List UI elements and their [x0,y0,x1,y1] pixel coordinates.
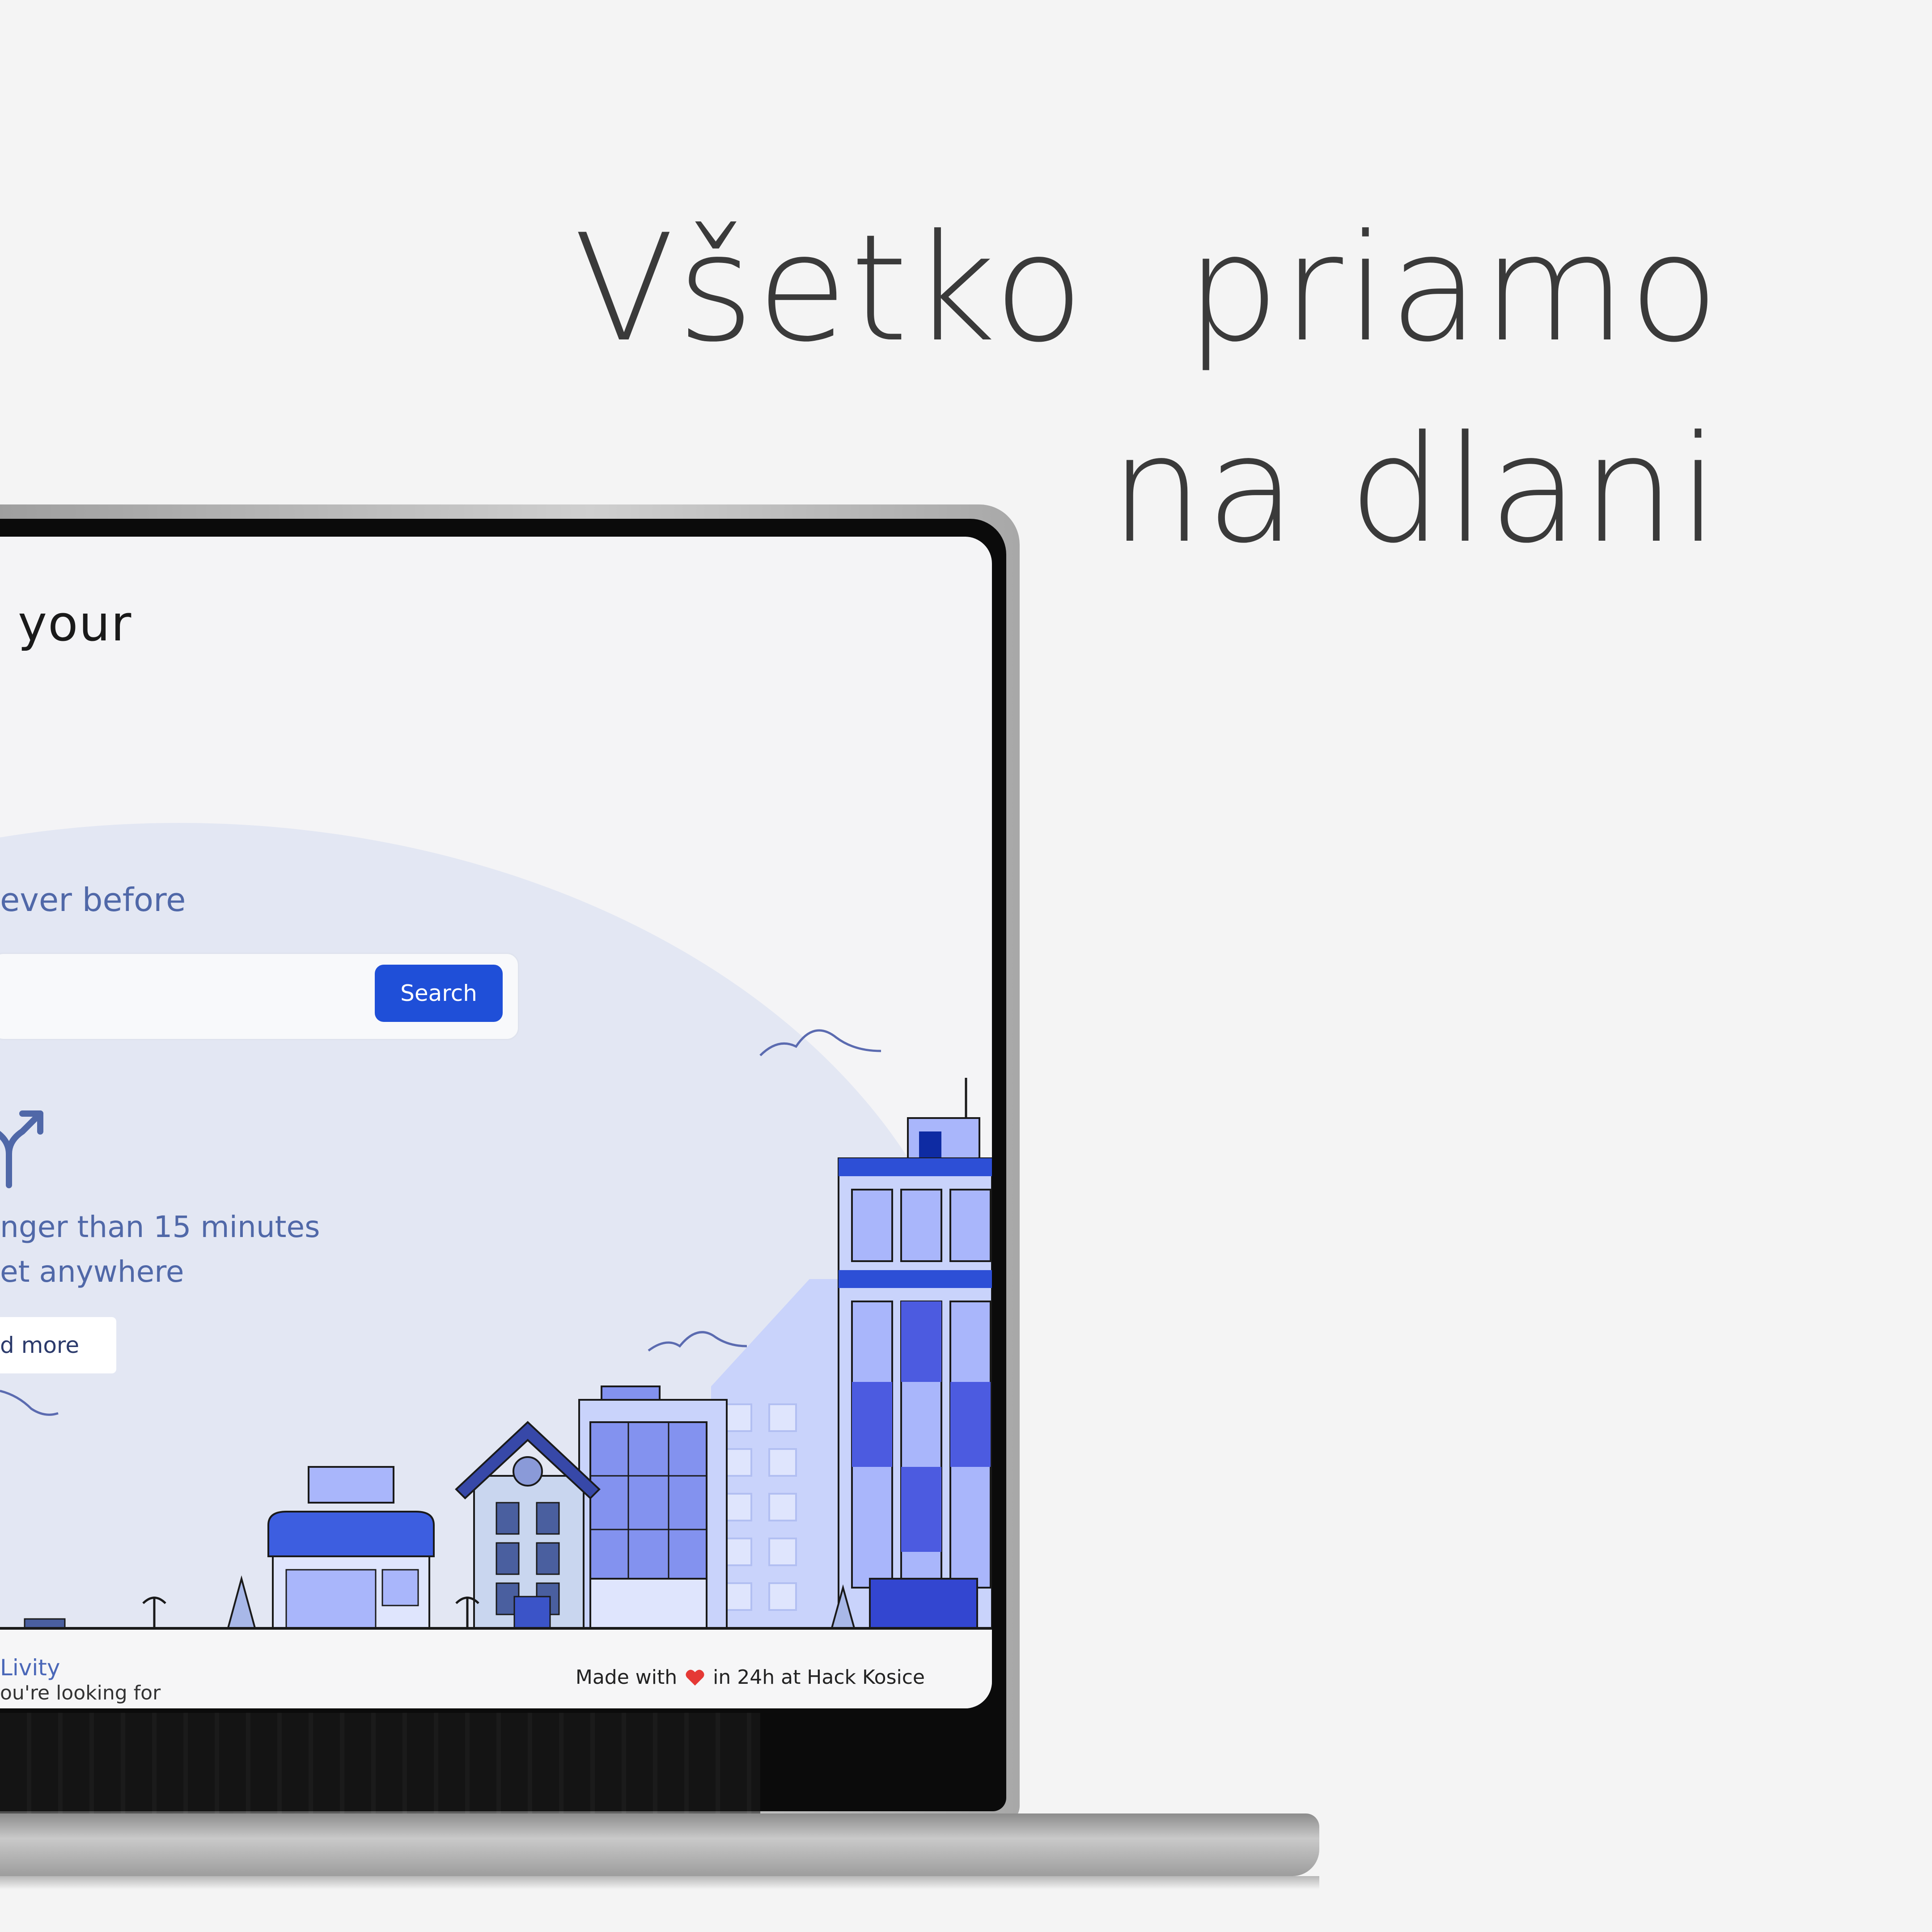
laptop-keyboard [0,1713,760,1825]
heart-icon [686,1669,704,1686]
footer-brand[interactable]: Livity [0,1655,60,1681]
footer-credit: Made with in 24h at Hack Kosice [576,1666,925,1689]
credit-prefix: Made with [575,1666,678,1689]
laptop-screen: your ever before Search nger than 15 min… [0,537,992,1708]
headline-line-1: Všetko priamo [573,203,1722,374]
city-illustration [0,1029,992,1642]
laptop-base-shadow [0,1876,1319,1890]
footer-tagline: ou're looking for [0,1682,161,1704]
credit-suffix: in 24h at Hack Kosice [713,1666,925,1689]
laptop-base [0,1813,1319,1876]
